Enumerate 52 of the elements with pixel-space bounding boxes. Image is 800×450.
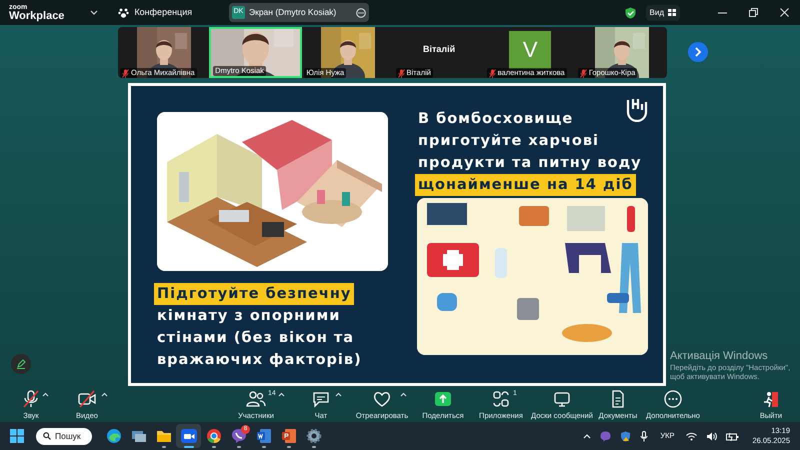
participant-name-display: Віталій: [422, 42, 456, 56]
more-icon: [663, 388, 683, 409]
meeting-info-button[interactable]: Конференция: [118, 6, 192, 20]
hand-logo-icon: [624, 96, 648, 122]
slide-text-line: продукти та питну воду: [417, 154, 643, 173]
document-app-icon: [256, 428, 272, 444]
apps-icon: [491, 388, 511, 409]
view-button[interactable]: Вид: [646, 4, 680, 20]
pen-icon: [16, 359, 26, 369]
share-label: Экран (Dmytro Kosiak): [249, 6, 338, 19]
edge-icon: [106, 428, 122, 444]
folder-icon: [156, 428, 172, 444]
shield-icon: [624, 6, 636, 18]
microphone-icon[interactable]: [640, 430, 648, 442]
battery-icon[interactable]: [726, 432, 740, 440]
shield-warning-icon[interactable]: [620, 430, 632, 442]
chevron-right-icon: [694, 47, 702, 57]
wifi-icon[interactable]: [686, 432, 698, 440]
caret-icon[interactable]: [400, 392, 407, 397]
caret-icon[interactable]: [42, 392, 49, 397]
phone-chat-icon[interactable]: [600, 430, 612, 442]
chrome-icon: [206, 428, 222, 444]
chevron-up-icon[interactable]: [583, 433, 592, 439]
search-icon: [43, 432, 51, 440]
slide-text-line: кімнату з опорними: [156, 307, 342, 326]
slide-text-line: В бомбосховище: [417, 110, 574, 129]
avatar-letter: V: [509, 30, 552, 68]
speaker-icon[interactable]: [706, 432, 718, 440]
presentation-app-icon: [280, 428, 296, 444]
activation-title: Активація Windows: [670, 350, 769, 363]
people-icon: [246, 388, 266, 409]
restore-icon[interactable]: [749, 8, 758, 17]
taskbar-app-button[interactable]: [176, 424, 201, 448]
more-icon[interactable]: [356, 8, 366, 18]
search-button[interactable]: Пошук: [36, 428, 92, 444]
task-view-icon: [130, 428, 146, 444]
slide-text-line: приготуйте харчові: [417, 132, 600, 151]
logo-subtitle: Workplace: [9, 10, 64, 22]
next-page-button[interactable]: [688, 42, 708, 62]
close-icon[interactable]: [780, 8, 789, 17]
slide-text-line: стінами (без вікон та: [156, 329, 356, 348]
caret-icon[interactable]: [101, 392, 108, 397]
annotate-button[interactable]: [11, 354, 31, 374]
slide-text-line: вражаючих факторів): [156, 351, 363, 370]
settings-icon: [306, 428, 322, 444]
windows-start-icon[interactable]: [10, 429, 24, 443]
zoom-app-icon: [180, 428, 196, 444]
grid-icon: [668, 9, 676, 16]
chevron-down-icon[interactable]: [90, 10, 98, 16]
paw-icon: [118, 8, 130, 18]
caret-icon[interactable]: [335, 392, 342, 397]
caret-icon[interactable]: [278, 392, 285, 397]
